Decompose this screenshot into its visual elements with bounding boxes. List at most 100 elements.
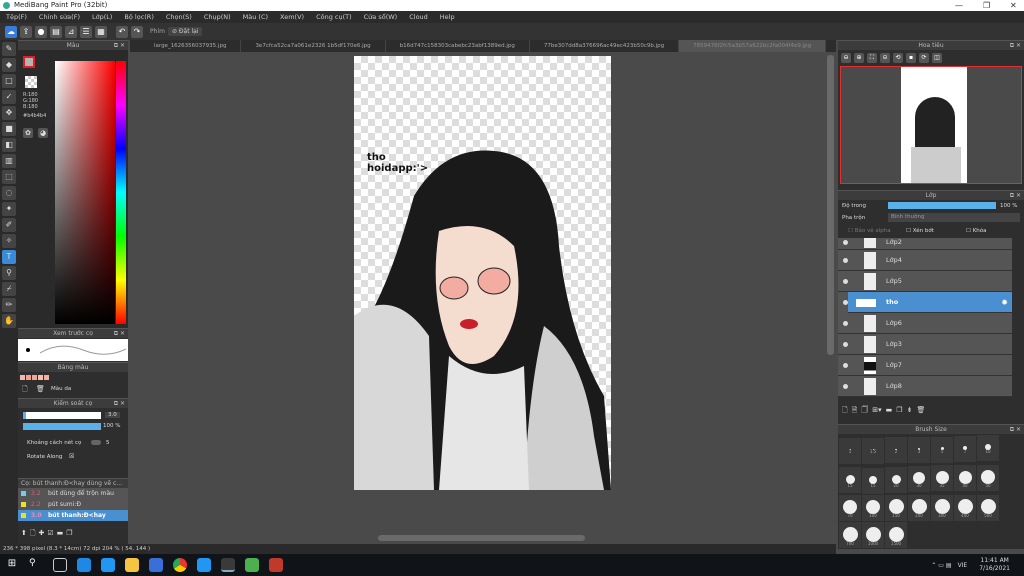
- add-brush-icon[interactable]: ✚: [39, 529, 45, 540]
- menu-view[interactable]: Xem(V): [280, 11, 304, 23]
- brush-size-cell[interactable]: 1500: [885, 522, 907, 548]
- rotate-reset-icon[interactable]: ▪: [906, 53, 916, 63]
- layer-row[interactable]: Lớp8: [838, 376, 1012, 397]
- lasso-tool-icon[interactable]: ◌: [2, 186, 16, 200]
- panel-close-icon[interactable]: ⧉ ✕: [1010, 425, 1021, 435]
- swatch[interactable]: [32, 375, 37, 380]
- upload-brush-icon[interactable]: ⬆: [21, 529, 27, 540]
- brush-size-cell[interactable]: 3: [908, 437, 930, 463]
- panel-close-icon[interactable]: ⧉ ✕: [114, 329, 125, 339]
- message-icon[interactable]: ▤: [50, 25, 62, 38]
- menu-tools[interactable]: Công cụ(T): [316, 11, 352, 23]
- clipping-checkbox[interactable]: ☐ Xén bớt: [906, 228, 934, 234]
- spacing-toggle[interactable]: [91, 440, 101, 445]
- search-icon[interactable]: ⚲: [29, 558, 43, 572]
- brush-size-cell[interactable]: 5: [931, 436, 953, 463]
- winrar-icon[interactable]: [269, 558, 283, 572]
- menu-select[interactable]: Chọn(S): [166, 11, 192, 23]
- brush-size-cell[interactable]: 700: [839, 522, 861, 548]
- tab[interactable]: 77be307dd8a376696ac49ec423b50c9b.jpg: [530, 40, 680, 52]
- comment-icon[interactable]: ●: [35, 25, 47, 38]
- undo-icon[interactable]: ↶: [116, 25, 128, 38]
- medibang-taskbar-icon[interactable]: [221, 558, 235, 572]
- brush-size-cell[interactable]: 2: [885, 437, 907, 464]
- fit-icon[interactable]: ⛶: [867, 53, 877, 63]
- duplicate-layer-icon[interactable]: ❐: [896, 406, 902, 416]
- folder-icon[interactable]: ▬: [57, 529, 64, 540]
- palette-icon[interactable]: ✿: [23, 128, 33, 138]
- color-adjust-icon[interactable]: ◕: [38, 128, 48, 138]
- visibility-icon[interactable]: [843, 321, 848, 326]
- menu-file[interactable]: Tệp(F): [6, 11, 27, 23]
- list-icon[interactable]: ☰: [80, 25, 92, 38]
- panel-close-icon[interactable]: ⧉ ✕: [1010, 41, 1021, 51]
- layer-row[interactable]: Lớp4: [838, 250, 1012, 271]
- rotate-left-icon[interactable]: ⟲: [893, 53, 903, 63]
- visibility-icon[interactable]: [843, 342, 848, 347]
- delete-palette-icon[interactable]: 🗑: [36, 385, 45, 393]
- tab-active[interactable]: 7859476f2fc5a3b57a622bc2fa004f4e9.jpg: [679, 40, 827, 52]
- brush-size-cell[interactable]: 35: [931, 465, 953, 491]
- navigator-preview[interactable]: [840, 66, 1022, 184]
- edit-brush-icon[interactable]: ☑: [47, 529, 53, 540]
- rotate-checkbox[interactable]: ☒: [69, 453, 74, 460]
- brush-size-cell[interactable]: 40: [954, 465, 976, 491]
- windows-start-icon[interactable]: ⊞: [5, 558, 19, 572]
- new-8bit-layer-icon[interactable]: 🗍: [861, 406, 868, 416]
- swatch[interactable]: [38, 375, 43, 380]
- menu-snap[interactable]: Chụp(N): [204, 11, 231, 23]
- brush-size-slider[interactable]: [23, 412, 101, 419]
- folder-icon[interactable]: ▬: [886, 406, 893, 416]
- redo-icon[interactable]: ↷: [131, 25, 143, 38]
- file-explorer-icon[interactable]: [125, 558, 139, 572]
- fill-rect-tool-icon[interactable]: ■: [2, 122, 16, 136]
- menu-layer[interactable]: Lớp(L): [92, 11, 112, 23]
- layer-row[interactable]: Lớp2: [838, 238, 1012, 250]
- brush-opacity-slider[interactable]: [23, 423, 101, 430]
- maximize-button[interactable]: ❐: [983, 0, 990, 11]
- text-tool-icon[interactable]: T: [2, 250, 16, 264]
- visibility-icon[interactable]: [843, 258, 848, 263]
- brush-size-cell[interactable]: 200: [908, 494, 930, 521]
- store-icon[interactable]: [101, 558, 115, 572]
- merge-layer-icon[interactable]: ⇟: [907, 406, 913, 416]
- task-view-icon[interactable]: [53, 558, 67, 572]
- primary-color-swatch[interactable]: [23, 56, 35, 68]
- brush-size-cell[interactable]: 300: [931, 494, 953, 521]
- drawing-canvas[interactable]: tho hoidapp:'>: [354, 56, 611, 490]
- minimize-button[interactable]: —: [955, 0, 963, 11]
- blend-select[interactable]: Bình thường: [888, 213, 1020, 222]
- menu-edit[interactable]: Chỉnh sửa(F): [39, 11, 80, 23]
- visibility-icon[interactable]: [843, 240, 848, 245]
- new-halftone-layer-icon[interactable]: 🗎: [852, 406, 858, 416]
- bucket-tool-icon[interactable]: ◧: [2, 138, 16, 152]
- brush-size-cell[interactable]: 1.5: [862, 437, 884, 464]
- swatch[interactable]: [26, 375, 31, 380]
- brush-size-cell[interactable]: 50: [977, 464, 999, 491]
- vertical-scrollbar[interactable]: [827, 55, 834, 355]
- swatch[interactable]: [44, 375, 49, 380]
- eyedropper-tool-icon[interactable]: ⌿: [2, 282, 16, 296]
- zoom-out-icon[interactable]: ⊖: [841, 53, 851, 63]
- eraser-tool-icon[interactable]: ◆: [2, 58, 16, 72]
- brush-size-cell[interactable]: 15: [839, 467, 861, 493]
- brush-size-cell[interactable]: 1000: [862, 522, 884, 548]
- new-palette-icon[interactable]: 🗋: [22, 385, 28, 396]
- tab[interactable]: 3e7cfca52ca7a061e2326 1b5df170e6.jpg: [241, 40, 386, 52]
- brush-item-selected[interactable]: 3.0 bút thanh:Đ<hay: [18, 510, 128, 521]
- check-tool-icon[interactable]: ✓: [2, 90, 16, 104]
- brush-tool-icon[interactable]: ✎: [2, 42, 16, 56]
- operation-tool-icon[interactable]: ⚲: [2, 266, 16, 280]
- tray-icons[interactable]: ⌃ ▭ ▤: [931, 562, 951, 569]
- add-layer-menu-icon[interactable]: ⊞▾: [872, 406, 881, 416]
- zoom-reset-icon[interactable]: ⊝: [880, 53, 890, 63]
- language-indicator[interactable]: VIE: [958, 562, 968, 569]
- gradient-tool-icon[interactable]: ▥: [2, 154, 16, 168]
- brush-size-cell[interactable]: 150: [885, 494, 907, 521]
- brush-size-cell[interactable]: 30: [908, 465, 930, 492]
- cloud-icon[interactable]: ☁: [5, 25, 17, 38]
- visibility-icon[interactable]: [843, 363, 848, 368]
- edge-icon[interactable]: [77, 558, 91, 572]
- tab[interactable]: b16d747c158303cabebc23abf1389ed.jpg: [386, 40, 530, 52]
- layer-row[interactable]: Lớp6: [838, 313, 1012, 334]
